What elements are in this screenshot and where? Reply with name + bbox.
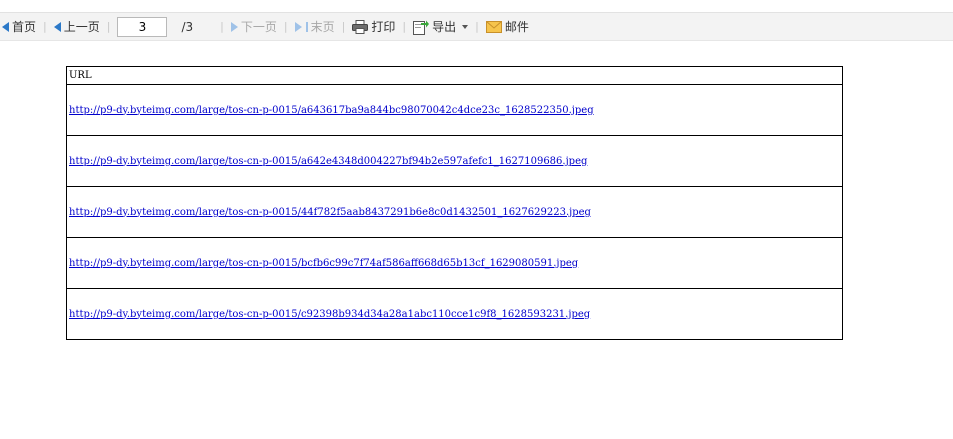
mail-button[interactable]: 邮件 — [485, 18, 529, 35]
url-column-header: URL — [66, 66, 843, 85]
prev-page-icon — [53, 21, 61, 32]
print-button[interactable]: 打印 — [352, 18, 395, 35]
total-pages: /3 — [181, 19, 194, 34]
separator: | — [283, 20, 288, 33]
url-table: URL http://p9-dy.byteimg.com/large/tos-c… — [66, 66, 843, 340]
url-cell: http://p9-dy.byteimg.com/large/tos-cn-p-… — [66, 288, 843, 340]
report-toolbar: 首页 | 上一页 | /3 | 下一页 | 末页 | 打印 | 导出 | — [0, 12, 953, 41]
separator: | — [402, 20, 407, 33]
print-label: 打印 — [371, 20, 396, 34]
url-link[interactable]: http://p9-dy.byteimg.com/large/tos-cn-p-… — [69, 105, 594, 116]
url-cell: http://p9-dy.byteimg.com/large/tos-cn-p-… — [66, 237, 843, 289]
next-page-button[interactable]: 下一页 — [230, 18, 277, 35]
url-link[interactable]: http://p9-dy.byteimg.com/large/tos-cn-p-… — [69, 207, 591, 218]
prev-page-label: 上一页 — [63, 20, 100, 34]
separator: | — [106, 20, 111, 33]
last-page-icon — [294, 21, 302, 32]
prev-page-button[interactable]: 上一页 — [53, 18, 100, 35]
next-page-label: 下一页 — [240, 20, 277, 34]
table-row: http://p9-dy.byteimg.com/large/tos-cn-p-… — [66, 288, 843, 340]
first-page-label: 首页 — [12, 20, 37, 34]
separator: | — [341, 20, 346, 33]
printer-icon — [352, 19, 369, 34]
export-button[interactable]: 导出 — [413, 18, 469, 35]
mail-label: 邮件 — [504, 20, 529, 34]
first-page-icon — [2, 21, 9, 32]
url-cell: http://p9-dy.byteimg.com/large/tos-cn-p-… — [66, 186, 843, 238]
chevron-down-icon[interactable] — [462, 24, 469, 29]
table-row: http://p9-dy.byteimg.com/large/tos-cn-p-… — [66, 237, 843, 289]
url-link[interactable]: http://p9-dy.byteimg.com/large/tos-cn-p-… — [69, 156, 587, 167]
last-page-button[interactable]: 末页 — [294, 18, 335, 35]
table-row: http://p9-dy.byteimg.com/large/tos-cn-p-… — [66, 84, 843, 136]
separator: | — [220, 20, 224, 33]
next-page-icon — [230, 21, 238, 32]
export-label: 导出 — [432, 20, 457, 34]
url-cell: http://p9-dy.byteimg.com/large/tos-cn-p-… — [66, 84, 843, 136]
last-page-bar-icon — [305, 21, 308, 32]
mail-icon — [485, 20, 502, 33]
page-number-input[interactable] — [117, 16, 168, 37]
separator: | — [43, 20, 47, 33]
url-link[interactable]: http://p9-dy.byteimg.com/large/tos-cn-p-… — [69, 309, 590, 320]
table-row: http://p9-dy.byteimg.com/large/tos-cn-p-… — [66, 186, 843, 238]
last-page-label: 末页 — [310, 20, 335, 34]
export-icon — [413, 20, 430, 35]
url-link[interactable]: http://p9-dy.byteimg.com/large/tos-cn-p-… — [69, 258, 578, 269]
url-cell: http://p9-dy.byteimg.com/large/tos-cn-p-… — [66, 135, 843, 187]
table-row: http://p9-dy.byteimg.com/large/tos-cn-p-… — [66, 135, 843, 187]
separator: | — [475, 20, 479, 33]
first-page-button[interactable]: 首页 — [2, 18, 36, 35]
table-header-row: URL — [66, 66, 843, 85]
